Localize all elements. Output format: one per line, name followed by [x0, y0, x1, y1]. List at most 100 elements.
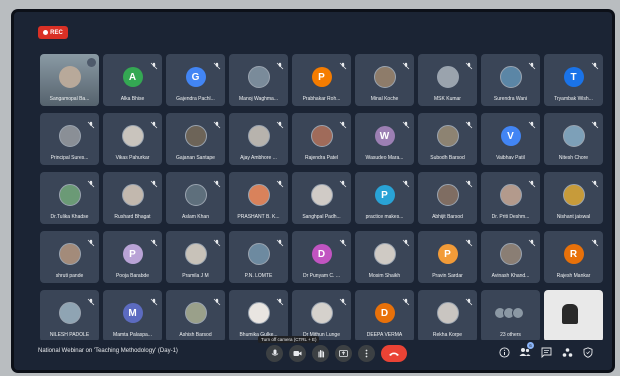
participant-tile[interactable]: Avinash Khand... — [481, 231, 540, 283]
participant-tile[interactable]: D DEEPA VERMA — [355, 290, 414, 342]
avatar: G — [185, 67, 206, 87]
participant-tile[interactable]: Nishant jaiswal — [544, 172, 603, 224]
avatar: D — [311, 244, 332, 264]
avatar-photo — [247, 66, 270, 88]
mic-off-icon — [213, 293, 221, 306]
participant-name: Avinash Khand... — [491, 273, 530, 279]
participant-tile[interactable]: Mosim Shaikh — [355, 231, 414, 283]
avatar: D — [374, 303, 395, 323]
participant-tile[interactable]: Rajendra Patel — [292, 113, 351, 165]
participant-tile[interactable]: Bhumika Gulke... — [229, 290, 288, 342]
participant-tile[interactable]: V Vaibhav Patil — [481, 113, 540, 165]
avatar: P — [437, 244, 458, 264]
participant-tile[interactable]: P Pooja Barabde — [103, 231, 162, 283]
mic-off-icon — [465, 234, 473, 247]
mic-off-icon — [150, 116, 158, 129]
mic-off-icon — [276, 116, 284, 129]
participant-tile[interactable]: Nitesh Chore — [544, 113, 603, 165]
participant-tile[interactable]: G Gajendra Pachl... — [166, 54, 225, 106]
participant-tile[interactable]: P.N. LOMTE — [229, 231, 288, 283]
participant-name: Aslam Khan — [182, 214, 209, 220]
participant-tile[interactable]: Dr Mithun Lunge — [292, 290, 351, 342]
participant-tile[interactable]: Ppractice makes... — [355, 172, 414, 224]
participant-tile[interactable]: W Wasudeo Mara... — [355, 113, 414, 165]
mic-off-icon — [276, 293, 284, 306]
participant-tile[interactable]: Rushard Bhagat — [103, 172, 162, 224]
participant-tile[interactable]: D Dr Punyam C. ... — [292, 231, 351, 283]
avatar: A — [122, 67, 143, 87]
hang-up-icon — [389, 352, 399, 356]
participant-tile[interactable]: Ajay Ambhore ... — [229, 113, 288, 165]
more-options-button[interactable] — [358, 345, 375, 362]
participant-tile[interactable]: Pramila J M — [166, 231, 225, 283]
participant-tile[interactable]: Sanghpal Padh... — [292, 172, 351, 224]
present-button[interactable] — [335, 345, 352, 362]
activities-icon — [562, 347, 572, 357]
participant-tile[interactable]: Vikas Pahurkar — [103, 113, 162, 165]
mic-off-icon — [528, 175, 536, 188]
participant-tile[interactable]: M Mamta Palaspa... — [103, 290, 162, 342]
participant-name: shruti pande — [55, 273, 84, 279]
participant-name: DEEPA VERMA — [366, 332, 403, 338]
participant-tile[interactable]: shruti pande — [40, 231, 99, 283]
leave-call-button[interactable] — [381, 345, 407, 362]
participant-tile[interactable]: A Alka Bhise — [103, 54, 162, 106]
participant-name: Tryambak Wish... — [554, 96, 593, 102]
participant-name: Ashish Barsod — [179, 332, 212, 338]
participant-name: Dr Punyam C. ... — [303, 273, 340, 279]
participant-name: Pooja Barabde — [115, 273, 150, 279]
microphone-button[interactable] — [266, 345, 283, 362]
participant-tile[interactable]: R Rajesh Mankar — [544, 231, 603, 283]
mic-off-icon — [402, 175, 410, 188]
participant-tile[interactable]: 23 others — [481, 290, 540, 342]
participant-tile[interactable]: Ashish Barsod — [166, 290, 225, 342]
mic-off-icon — [339, 293, 347, 306]
recording-label: REC — [50, 29, 63, 36]
people-button[interactable]: 6 — [519, 342, 534, 358]
participant-tile[interactable]: Abhijit Barsod — [418, 172, 477, 224]
camera-tooltip: Turn off camera (CTRL + E) — [258, 336, 320, 343]
participant-tile[interactable]: Dr. Priti Deshm... — [481, 172, 540, 224]
participant-name: Pramila J M — [182, 273, 209, 279]
more-options-icon[interactable] — [87, 58, 96, 67]
camera-icon — [293, 351, 302, 356]
participant-tile[interactable]: Subodh Barsod — [418, 113, 477, 165]
mic-off-icon — [150, 293, 158, 306]
avatar-photo — [184, 302, 207, 324]
activities-button[interactable] — [561, 346, 573, 358]
avatar-photo — [58, 302, 81, 324]
participant-tile[interactable]: Dr.Tulika Khadse — [40, 172, 99, 224]
participant-tile[interactable]: P Pravin Sardar — [418, 231, 477, 283]
avatar-photo — [184, 184, 207, 206]
mic-off-icon — [402, 234, 410, 247]
avatar-photo — [58, 125, 81, 147]
participant-name: Rajesh Mankar — [556, 273, 591, 279]
participant-tile[interactable]: Sangamopal Ba... — [40, 54, 99, 106]
participant-tile[interactable]: PRASHANT B. K... — [229, 172, 288, 224]
host-controls-button[interactable] — [582, 346, 594, 358]
participant-tile[interactable]: T Tryambak Wish... — [544, 54, 603, 106]
participant-tile[interactable]: P Prabhakar Roh... — [292, 54, 351, 106]
participant-name: P.N. LOMTE — [244, 273, 273, 279]
avatar-photo — [310, 125, 333, 147]
participant-tile[interactable]: Surendra Wani — [481, 54, 540, 106]
mic-off-icon — [465, 116, 473, 129]
mic-off-icon — [591, 57, 599, 70]
participant-tile[interactable]: Gajanan Santape — [166, 113, 225, 165]
participant-tile[interactable]: Principal Sures... — [40, 113, 99, 165]
camera-button[interactable] — [289, 345, 306, 362]
participant-tile[interactable]: MSK Kumar — [418, 54, 477, 106]
participant-tile[interactable] — [544, 290, 603, 342]
meeting-details-button[interactable] — [498, 346, 510, 358]
raise-hand-button[interactable] — [312, 345, 329, 362]
participant-tile[interactable]: Aslam Khan — [166, 172, 225, 224]
mic-off-icon — [276, 175, 284, 188]
chat-button[interactable] — [540, 346, 552, 358]
participant-tile[interactable]: Manoj Waghma... — [229, 54, 288, 106]
mic-off-icon — [402, 57, 410, 70]
participant-tile[interactable]: Minal Koche — [355, 54, 414, 106]
participant-tile[interactable]: Rekha Korpe — [418, 290, 477, 342]
participant-tile[interactable]: NILESH PADOLE — [40, 290, 99, 342]
avatar: W — [374, 126, 395, 146]
avatar: M — [122, 303, 143, 323]
